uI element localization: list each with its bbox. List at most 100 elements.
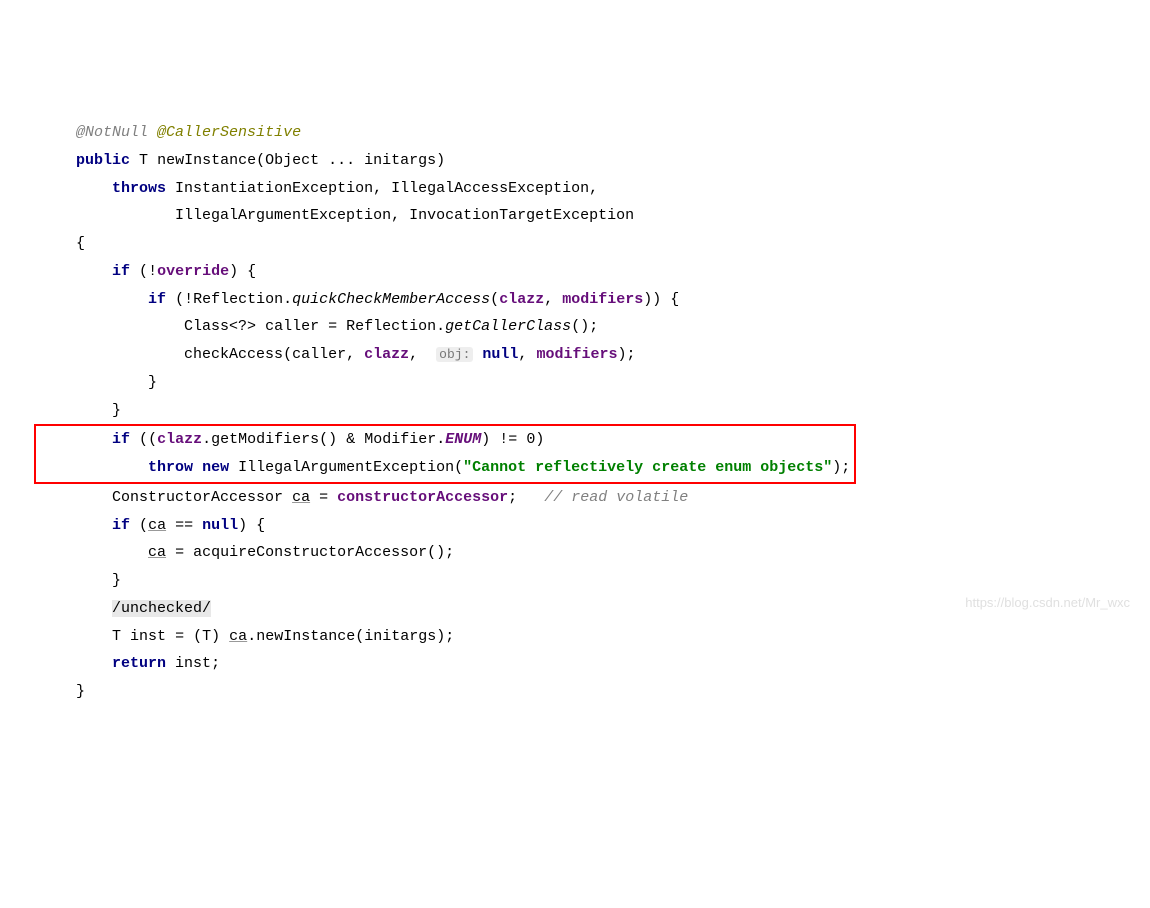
string-literal: "Cannot reflectively create enum objects… (463, 459, 832, 476)
reflection: Reflection (193, 291, 283, 308)
punct: ( (490, 291, 499, 308)
punct: != (499, 431, 517, 448)
punct: ( (175, 291, 184, 308)
line: public T newInstance(Object ... initargs… (40, 152, 445, 169)
punct: & (346, 431, 355, 448)
keyword-null: null (202, 517, 238, 534)
line: { (40, 235, 85, 252)
var-caller: caller (292, 346, 346, 363)
modifier: Modifier (364, 431, 436, 448)
punct: ) (436, 628, 445, 645)
method-quickcheck: quickCheckMemberAccess (292, 291, 490, 308)
punct: == (175, 517, 193, 534)
punct: } (112, 402, 121, 419)
line: } (40, 402, 121, 419)
punct: . (247, 628, 256, 645)
line: @NotNull @CallerSensitive (40, 124, 301, 141)
field-ca: constructorAccessor (337, 489, 508, 506)
punct: ; (841, 459, 850, 476)
punct: ) (436, 544, 445, 561)
method-getmodifiers: getModifiers (211, 431, 319, 448)
param: initargs (364, 152, 436, 169)
punct: } (76, 683, 85, 700)
reflection: Reflection (346, 318, 436, 335)
var-caller: caller (265, 318, 319, 335)
punct: } (112, 572, 121, 589)
punct: , (544, 291, 553, 308)
type-T: T (139, 152, 148, 169)
punct: ) (580, 318, 589, 335)
punct: . (436, 431, 445, 448)
punct: } (148, 374, 157, 391)
param-hint-obj: obj: (436, 347, 473, 362)
keyword-new: new (202, 459, 229, 476)
keyword-throw: throw (148, 459, 193, 476)
varargs: ... (319, 152, 364, 169)
punct: ; (211, 655, 220, 672)
method-checkaccess: checkAccess (184, 346, 283, 363)
punct: ) (481, 431, 490, 448)
var-ca: ca (148, 517, 166, 534)
var-ca: ca (148, 544, 166, 561)
punct: , (409, 346, 418, 363)
line: throws InstantiationException, IllegalAc… (40, 180, 598, 197)
punct: ; (445, 628, 454, 645)
punct: ) (652, 291, 661, 308)
exceptions: InstantiationException, IllegalAccessExc… (175, 180, 598, 197)
punct: ) (643, 291, 652, 308)
punct: ) (229, 263, 238, 280)
punct: ( (283, 346, 292, 363)
line: return inst; (40, 655, 220, 672)
punct: . (436, 318, 445, 335)
line: T inst = (T) ca.newInstance(initargs); (40, 628, 454, 645)
punct: ) (832, 459, 841, 476)
type-T: T (112, 628, 121, 645)
keyword-if: if (112, 431, 130, 448)
punct: ( (139, 517, 148, 534)
line: } (40, 683, 85, 700)
field-clazz: clazz (499, 291, 544, 308)
punct: ( (139, 431, 148, 448)
punct: = (328, 318, 337, 335)
line: if (!override) { (40, 263, 256, 280)
line: } (40, 374, 157, 391)
punct: ( (571, 318, 580, 335)
punct: { (256, 517, 265, 534)
punct: , (518, 346, 527, 363)
field-clazz: clazz (157, 431, 202, 448)
type-classwild: Class<?> (184, 318, 256, 335)
var-inst: inst (130, 628, 166, 645)
punct: . (202, 431, 211, 448)
line: IllegalArgumentException, InvocationTarg… (40, 207, 634, 224)
punct: ) (328, 431, 337, 448)
punct: = (319, 489, 328, 506)
code-editor[interactable]: @NotNull @CallerSensitive public T newIn… (40, 119, 1150, 706)
punct: ; (626, 346, 635, 363)
punct: { (247, 263, 256, 280)
punct: ( (454, 459, 463, 476)
comment: // read volatile (544, 489, 688, 506)
punct: ( (256, 152, 265, 169)
method-name: newInstance (157, 152, 256, 169)
punct: ( (427, 544, 436, 561)
suppressed-unchecked: /unchecked/ (112, 600, 211, 617)
watermark: https://blog.csdn.net/Mr_wxc (965, 591, 1130, 615)
field-override: override (157, 263, 229, 280)
line: /unchecked/ (40, 600, 211, 617)
punct: ; (445, 544, 454, 561)
keyword-public: public (76, 152, 130, 169)
var-ca: ca (229, 628, 247, 645)
punct: 0 (526, 431, 535, 448)
var-inst: inst (175, 655, 211, 672)
field-modifiers: modifiers (562, 291, 643, 308)
punct: = (175, 544, 184, 561)
keyword-if: if (148, 291, 166, 308)
annotation-callersensitive: @CallerSensitive (157, 124, 301, 141)
keyword-if: if (112, 517, 130, 534)
punct: ( (355, 628, 364, 645)
punct: ! (148, 263, 157, 280)
line: ConstructorAccessor ca = constructorAcce… (40, 489, 688, 506)
keyword-throws: throws (112, 180, 166, 197)
line: } (40, 572, 121, 589)
punct: . (283, 291, 292, 308)
